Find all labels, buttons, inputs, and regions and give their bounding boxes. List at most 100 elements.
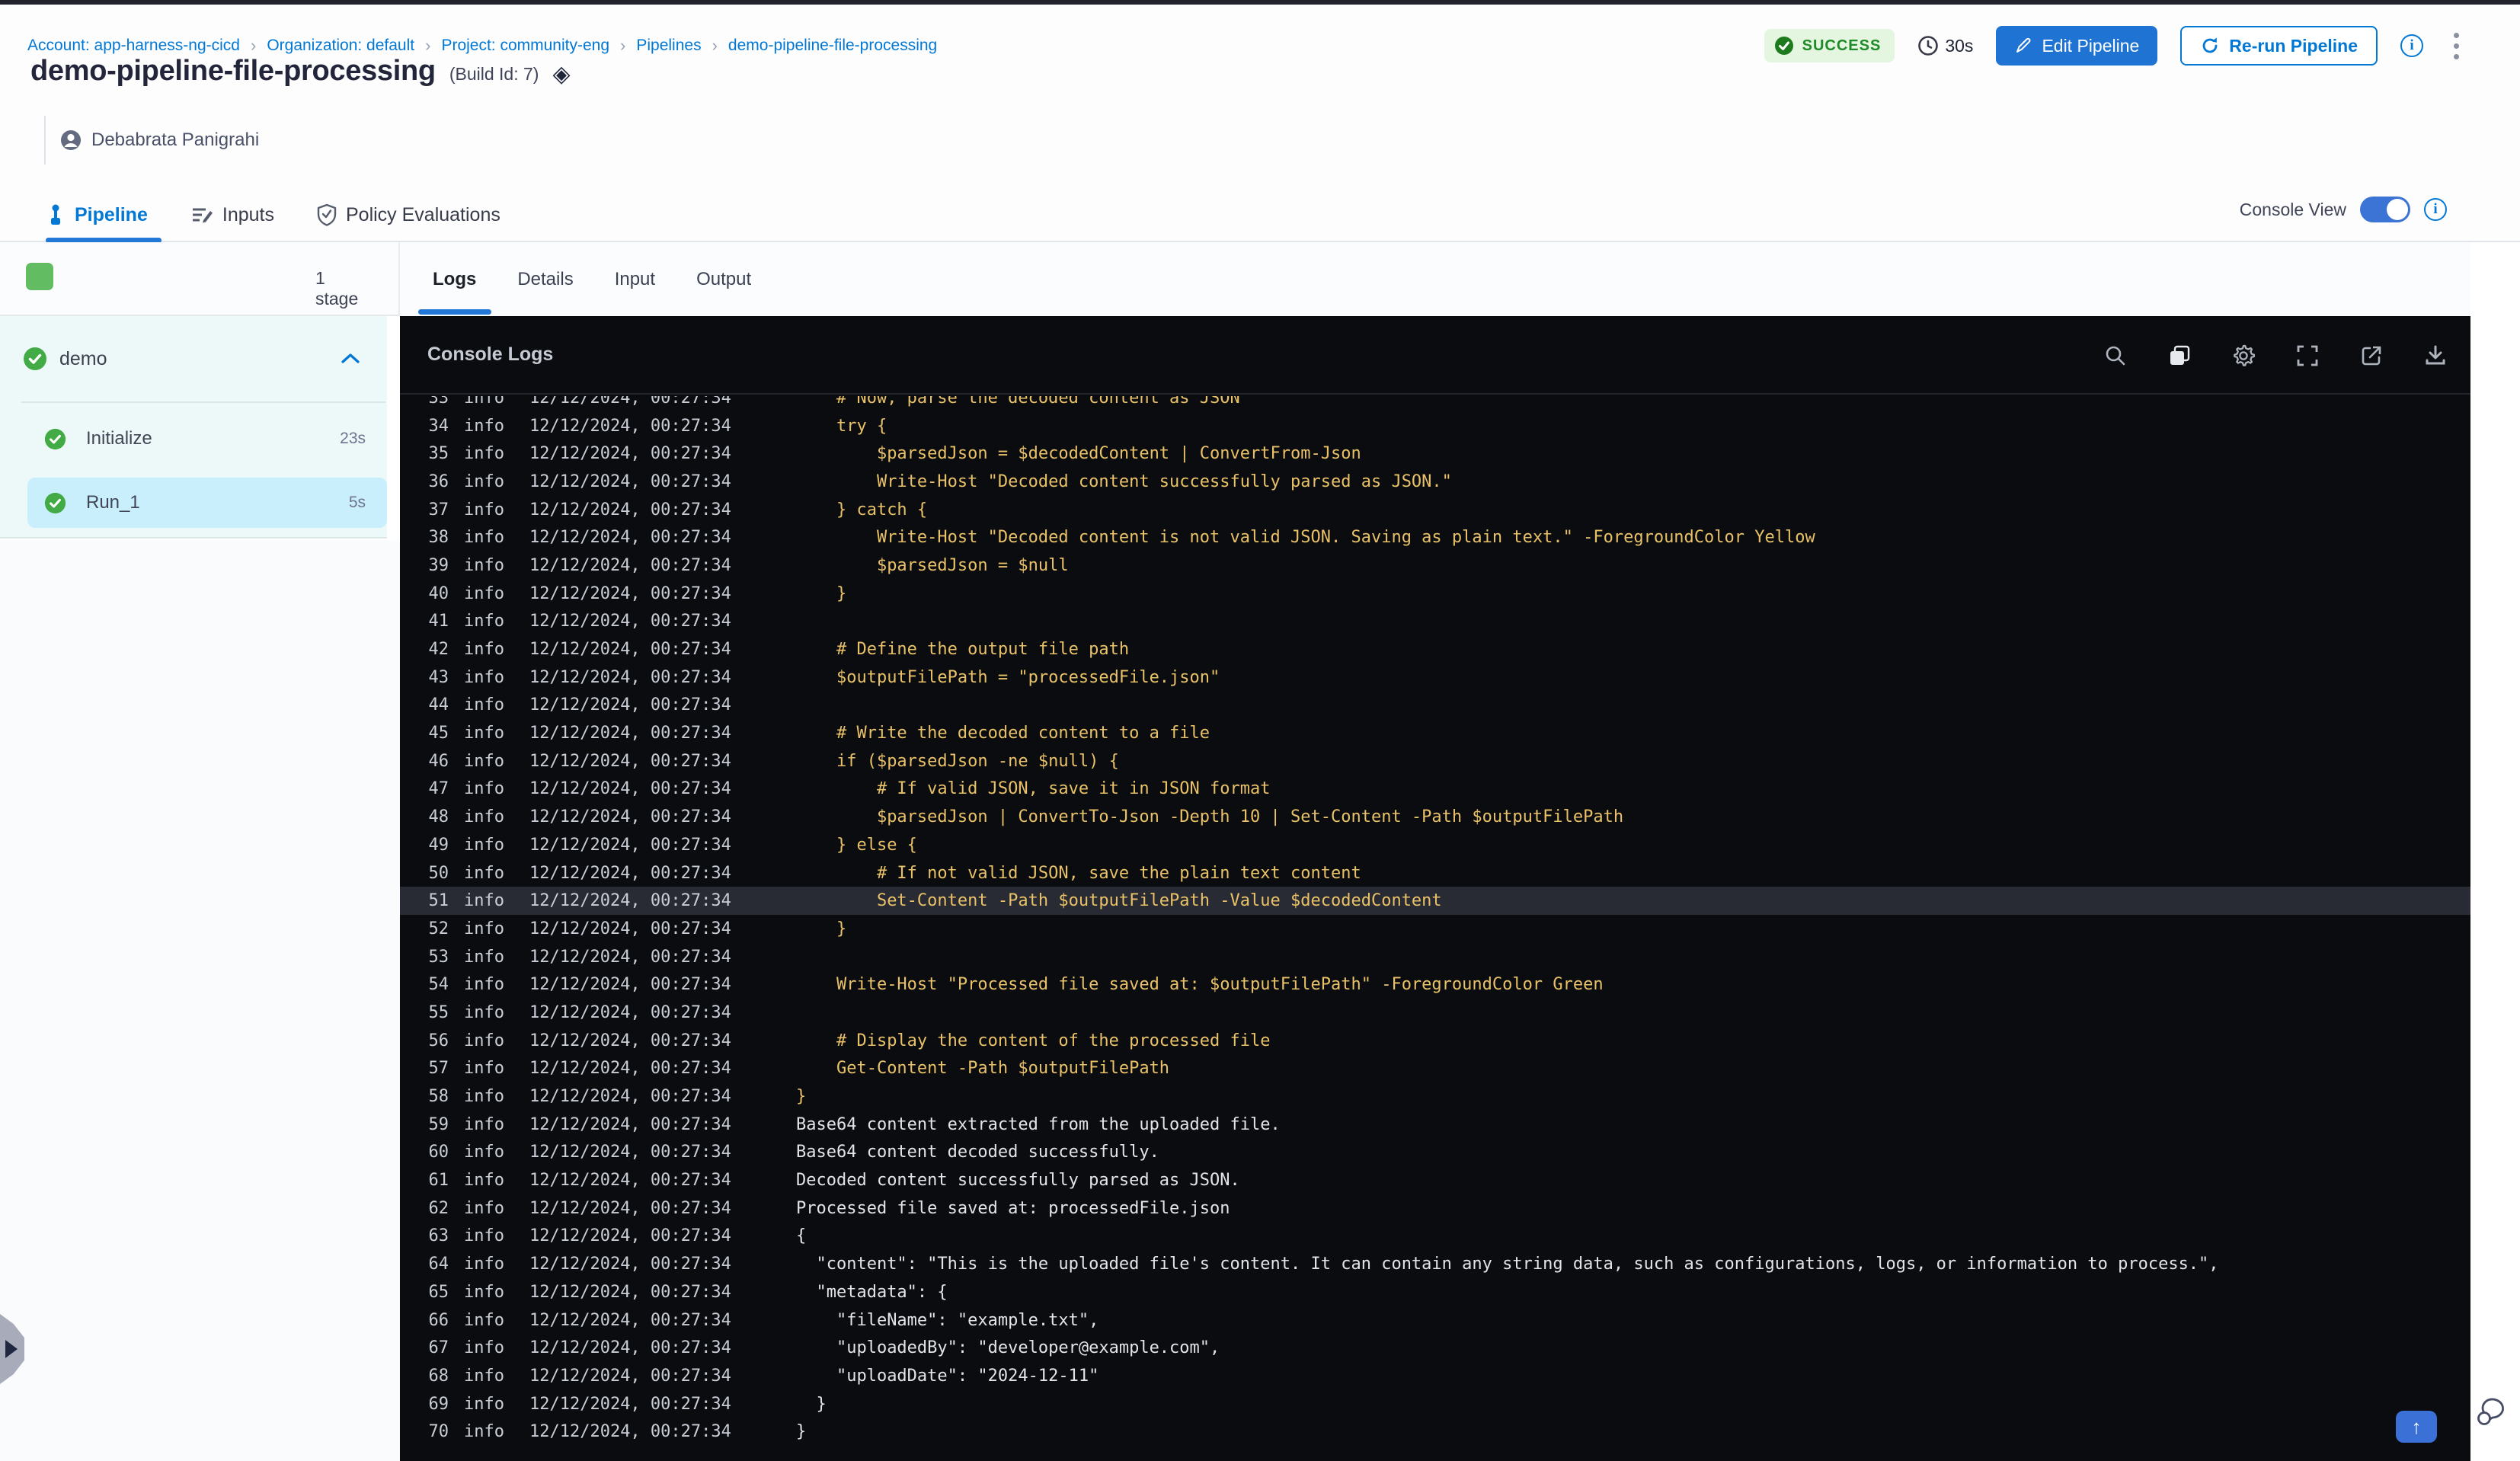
stage-name: demo	[59, 347, 107, 369]
log-line: 48 info 12/12/2024, 00:27:34 $parsedJson |…	[400, 803, 2470, 831]
step-duration: 23s	[340, 430, 366, 447]
step-success-check-icon	[44, 492, 66, 514]
console-panel: Console Logs 33 info 12/12/2024, 00:27:3…	[400, 316, 2470, 1461]
duration-text: 30s	[1945, 35, 1974, 56]
kebab-menu-icon[interactable]	[2446, 28, 2467, 64]
author-block: Debabrata Panigrahi	[44, 116, 259, 165]
open-in-new-icon[interactable]	[2355, 339, 2388, 372]
log-level: info	[464, 1087, 504, 1107]
help-chat-icon[interactable]	[2473, 1392, 2512, 1432]
console-view-toggle[interactable]	[2360, 197, 2410, 222]
log-line: 59 info 12/12/2024, 00:27:34 Base64 content…	[400, 1111, 2470, 1139]
settings-gear-icon[interactable]	[2227, 339, 2260, 372]
log-line: 57 info 12/12/2024, 00:27:34 Get-Content -…	[400, 1055, 2470, 1083]
stage-row-demo[interactable]: demo	[0, 316, 387, 401]
rerun-icon	[2200, 36, 2220, 56]
log-timestamp: 12/12/2024, 00:27:34	[529, 528, 731, 548]
log-text: "uploadedBy": "developer@example.com",	[795, 1338, 1220, 1358]
fullscreen-icon[interactable]	[2291, 339, 2324, 372]
log-text: Set-Content -Path $outputFilePath -Value…	[795, 891, 1442, 911]
tab-pipeline[interactable]: Pipeline	[46, 203, 148, 226]
edit-pipeline-button[interactable]: Edit Pipeline	[1996, 26, 2158, 66]
log-timestamp: 12/12/2024, 00:27:34	[529, 1087, 731, 1107]
console-header: Console Logs	[400, 316, 2470, 395]
stage-count-label: 1 stage	[315, 268, 359, 309]
log-level: info	[464, 835, 504, 855]
search-icon[interactable]	[2099, 339, 2132, 372]
nav-tabs: Pipeline Inputs Policy Evaluations	[46, 193, 500, 236]
rerun-info-icon[interactable]: i	[2400, 34, 2423, 57]
log-text: }	[795, 1422, 807, 1442]
log-text: if ($parsedJson -ne $null) {	[795, 751, 1119, 771]
log-line-number: 33	[428, 396, 449, 408]
log-line: 49 info 12/12/2024, 00:27:34 } else {	[400, 831, 2470, 859]
log-line-number: 61	[428, 1171, 449, 1191]
log-level: info	[464, 528, 504, 548]
log-level: info	[464, 1282, 504, 1302]
console-log-rows: 33 info 12/12/2024, 00:27:34 # Now, parse …	[400, 396, 2470, 1446]
log-timestamp: 12/12/2024, 00:27:34	[529, 1143, 731, 1162]
log-text: Write-Host "Decoded content successfully…	[795, 472, 1452, 491]
log-line: 66 info 12/12/2024, 00:27:34 "fileName": "…	[400, 1306, 2470, 1335]
breadcrumb-account[interactable]: Account: app-harness-ng-cicd	[27, 37, 240, 55]
breadcrumb-separator: ›	[620, 36, 626, 55]
log-line-number: 54	[428, 975, 449, 995]
tab-inputs[interactable]: Inputs	[190, 204, 274, 226]
log-line: 62 info 12/12/2024, 00:27:34 Processed file…	[400, 1194, 2470, 1223]
log-timestamp: 12/12/2024, 00:27:34	[529, 1310, 731, 1330]
log-line-number: 36	[428, 472, 449, 491]
log-timestamp: 12/12/2024, 00:27:34	[529, 472, 731, 491]
log-timestamp: 12/12/2024, 00:27:34	[529, 1171, 731, 1191]
log-line: 33 info 12/12/2024, 00:27:34 # Now, parse …	[400, 396, 2470, 412]
step-success-check-icon	[44, 428, 66, 450]
breadcrumb-current-pipeline[interactable]: demo-pipeline-file-processing	[728, 37, 937, 55]
log-text: $parsedJson = $decodedContent | ConvertF…	[795, 444, 1361, 464]
step-row-initialize[interactable]: Initialize 23s	[27, 414, 387, 464]
breadcrumb-pipelines[interactable]: Pipelines	[636, 37, 701, 55]
log-level: info	[464, 416, 504, 436]
log-line-number: 42	[428, 640, 449, 660]
log-line-number: 63	[428, 1226, 449, 1246]
log-text: }	[795, 583, 847, 603]
rerun-pipeline-button[interactable]: Re-run Pipeline	[2180, 26, 2378, 66]
console-log-area[interactable]: 33 info 12/12/2024, 00:27:34 # Now, parse …	[400, 396, 2470, 1461]
log-level: info	[464, 724, 504, 743]
log-text: } catch {	[795, 500, 928, 520]
tab-policy-evaluations[interactable]: Policy Evaluations	[317, 203, 500, 226]
log-line-number: 52	[428, 919, 449, 938]
stage-status-square[interactable]	[26, 263, 53, 290]
scroll-to-top-button[interactable]: ↑	[2396, 1411, 2437, 1443]
tab-input[interactable]: Input	[615, 269, 655, 290]
log-line-number: 38	[428, 528, 449, 548]
step-name: Initialize	[86, 428, 152, 449]
log-level: info	[464, 1114, 504, 1134]
log-line: 69 info 12/12/2024, 00:27:34 }	[400, 1390, 2470, 1418]
breadcrumb-organization[interactable]: Organization: default	[267, 37, 414, 55]
log-timestamp: 12/12/2024, 00:27:34	[529, 1002, 731, 1022]
log-line: 41 info 12/12/2024, 00:27:34	[400, 608, 2470, 636]
log-level: info	[464, 396, 504, 408]
chevron-up-icon[interactable]	[340, 352, 361, 366]
log-text: # Now, parse the decoded content as JSON	[795, 396, 1240, 408]
copy-icon[interactable]	[2163, 339, 2196, 372]
tab-logs[interactable]: Logs	[433, 269, 476, 290]
log-level: info	[464, 667, 504, 687]
log-level: info	[464, 612, 504, 631]
log-line: 44 info 12/12/2024, 00:27:34	[400, 692, 2470, 720]
log-level: info	[464, 500, 504, 520]
log-text: $parsedJson | ConvertTo-Json -Depth 10 |…	[795, 807, 1624, 827]
log-line-number: 56	[428, 1031, 449, 1050]
download-icon[interactable]	[2419, 339, 2452, 372]
breadcrumb-project[interactable]: Project: community-eng	[441, 37, 609, 55]
log-line-number: 69	[428, 1394, 449, 1414]
console-view-info-icon[interactable]: i	[2424, 198, 2447, 221]
log-text: $outputFilePath = "processedFile.json"	[795, 667, 1220, 687]
log-line: 56 info 12/12/2024, 00:27:34 # Display the…	[400, 1027, 2470, 1055]
step-row-run-1[interactable]: Run_1 5s	[27, 478, 387, 528]
tab-details[interactable]: Details	[517, 269, 573, 290]
tab-output[interactable]: Output	[696, 269, 751, 290]
log-line: 50 info 12/12/2024, 00:27:34 # If not vali…	[400, 859, 2470, 887]
log-line-number: 49	[428, 835, 449, 855]
log-timestamp: 12/12/2024, 00:27:34	[529, 500, 731, 520]
pipeline-icon	[46, 203, 66, 226]
